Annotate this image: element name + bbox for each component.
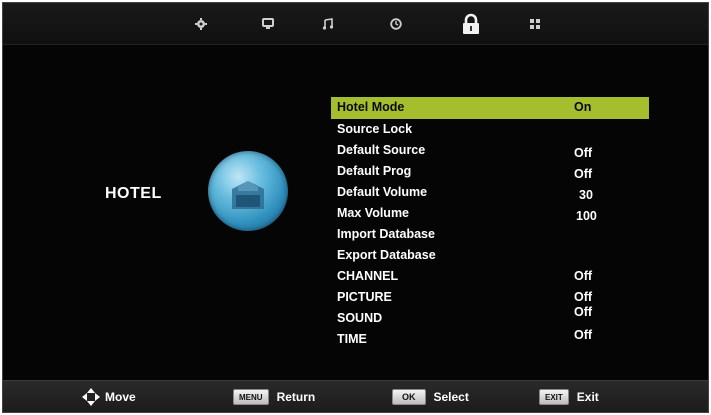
- menu-item-label: Hotel Mode: [337, 100, 405, 114]
- menu-item-default-prog[interactable]: Default Prog Off: [331, 161, 649, 182]
- tab-settings[interactable]: [181, 3, 221, 45]
- menu-item-hotel-mode[interactable]: Hotel Mode On: [331, 97, 649, 119]
- menu-item-sound[interactable]: SOUND Off: [331, 305, 649, 328]
- menu-item-label: SOUND: [337, 311, 383, 325]
- menu-item-max-volume[interactable]: Max Volume 100: [331, 203, 649, 224]
- menu-item-picture[interactable]: PICTURE Off: [331, 287, 649, 308]
- settings-icon: [195, 18, 207, 30]
- hint-select: OK Select: [392, 381, 469, 412]
- hint-return-label: Return: [276, 390, 316, 404]
- menu-item-export-database[interactable]: Export Database: [331, 245, 649, 266]
- menu-item-label: Export Database: [337, 248, 436, 262]
- tab-lock[interactable]: [451, 3, 491, 45]
- sound-icon: [322, 18, 334, 30]
- menu-item-value: On: [574, 100, 592, 114]
- ok-key-icon: OK: [392, 389, 426, 405]
- hint-select-label: Select: [433, 390, 469, 404]
- tab-sound[interactable]: [308, 3, 348, 45]
- tab-picture[interactable]: [248, 3, 288, 45]
- menu-item-value: 30: [579, 188, 593, 202]
- picture-icon: [262, 18, 274, 29]
- lock-icon: [463, 13, 479, 34]
- menu-item-label: Default Volume: [337, 185, 428, 199]
- menu-key-icon: MENU: [233, 389, 269, 405]
- menu-item-value: Off: [574, 269, 593, 283]
- menu-item-value: Off: [574, 305, 593, 319]
- menu-item-time[interactable]: TIME Off: [331, 328, 649, 349]
- menu-item-label: Import Database: [337, 227, 435, 241]
- menu-item-default-volume[interactable]: Default Volume 30: [331, 182, 649, 203]
- menu-item-value: Off: [574, 290, 593, 304]
- footer-hint-bar: Move MENU Return OK Select EXIT Exit: [3, 380, 708, 412]
- menu-item-source-lock[interactable]: Source Lock: [331, 119, 649, 140]
- hint-move: Move: [81, 381, 136, 412]
- apps-icon: [530, 19, 540, 29]
- tab-time[interactable]: [376, 3, 416, 45]
- time-icon: [390, 18, 402, 30]
- menu-item-import-database[interactable]: Import Database: [331, 224, 649, 245]
- menu-item-value: 100: [576, 209, 597, 223]
- hotel-menu-list: Hotel Mode On Source Lock Default Source…: [331, 97, 649, 349]
- hint-return: MENU Return: [233, 381, 316, 412]
- menu-item-label: CHANNEL: [337, 269, 399, 283]
- menu-item-default-source[interactable]: Default Source Off: [331, 140, 649, 161]
- menu-item-value: Off: [574, 146, 593, 160]
- menu-item-label: Default Source: [337, 143, 426, 157]
- menu-item-label: PICTURE: [337, 290, 392, 304]
- section-title: HOTEL: [105, 185, 162, 202]
- hotel-globe-icon: [208, 151, 288, 231]
- exit-key-icon: EXIT: [539, 389, 569, 405]
- menu-item-value: Off: [574, 167, 593, 181]
- menu-tab-bar: [3, 3, 708, 45]
- tab-apps[interactable]: [515, 3, 555, 45]
- menu-item-label: TIME: [337, 332, 367, 346]
- move-arrows-icon: [82, 388, 100, 406]
- hint-move-label: Move: [105, 390, 136, 404]
- hint-exit-label: Exit: [576, 390, 599, 404]
- hint-exit: EXIT Exit: [539, 381, 599, 412]
- menu-item-value: Off: [574, 328, 593, 342]
- menu-item-label: Max Volume: [337, 206, 410, 220]
- tv-osd-screen: HOTEL Hotel Mode On Source Lock Default …: [2, 2, 709, 413]
- menu-item-channel[interactable]: CHANNEL Off: [331, 266, 649, 287]
- menu-item-label: Source Lock: [337, 122, 413, 136]
- menu-item-label: Default Prog: [337, 164, 412, 178]
